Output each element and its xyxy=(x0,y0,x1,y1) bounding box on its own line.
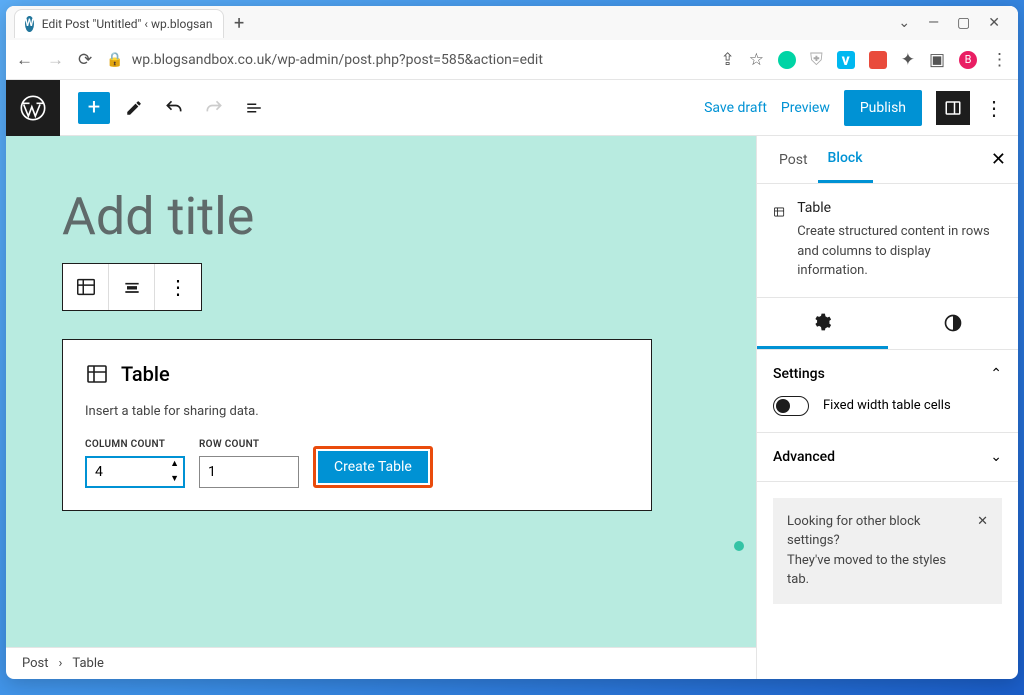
bookmark-icon[interactable]: ☆ xyxy=(749,50,764,70)
lock-icon: 🔒 xyxy=(106,52,123,68)
maximize-icon[interactable]: ▢ xyxy=(957,15,970,31)
styles-moved-notice: Looking for other block settings? They'v… xyxy=(773,498,1002,604)
edit-mode-icon[interactable] xyxy=(118,92,150,124)
fixed-width-label: Fixed width table cells xyxy=(823,398,951,413)
create-table-highlight: Create Table xyxy=(313,446,433,488)
block-type-icon[interactable] xyxy=(63,264,109,310)
browser-tab[interactable]: W Edit Post "Untitled" ‹ wp.blogsan ✕ xyxy=(14,9,224,38)
tab-title: Edit Post "Untitled" ‹ wp.blogsan xyxy=(42,17,213,31)
settings-panel-toggle[interactable]: Settings ⌃ xyxy=(773,366,1002,382)
extensions-icon[interactable]: ✦ xyxy=(901,50,915,70)
sidebar-toggle-button[interactable] xyxy=(936,91,970,125)
extension-icon-1[interactable] xyxy=(778,51,796,69)
browser-menu-icon[interactable]: ⋮ xyxy=(991,50,1008,70)
close-window-icon[interactable]: ✕ xyxy=(988,15,1000,31)
align-icon[interactable] xyxy=(109,264,155,310)
redo-button[interactable] xyxy=(198,92,230,124)
fixed-width-toggle[interactable] xyxy=(773,396,809,416)
block-more-icon[interactable]: ⋮ xyxy=(155,264,201,310)
notice-line-2: They've moved to the styles tab. xyxy=(787,551,967,590)
browser-urlbar: ← → ⟳ 🔒 wp.blogsandbox.co.uk/wp-admin/po… xyxy=(6,40,1018,80)
styles-subtab[interactable] xyxy=(888,298,1019,349)
contrast-icon xyxy=(943,313,963,333)
resize-handle-icon[interactable] xyxy=(734,541,744,551)
wordpress-favicon: W xyxy=(25,16,34,32)
url-text: wp.blogsandbox.co.uk/wp-admin/post.php?p… xyxy=(132,52,543,68)
chevron-right-icon: › xyxy=(59,656,63,671)
editor-toolbar: + Save draft Preview Publish ⋮ xyxy=(6,80,1018,136)
table-block-placeholder: Table Insert a table for sharing data. C… xyxy=(62,339,652,511)
row-count-input[interactable] xyxy=(199,456,299,488)
breadcrumb-root[interactable]: Post xyxy=(22,656,49,671)
extension-icon-v[interactable]: v xyxy=(837,51,855,69)
settings-subtab[interactable] xyxy=(757,298,888,349)
advanced-panel-toggle[interactable]: Advanced ⌄ xyxy=(773,449,1002,465)
sidebar-block-name: Table xyxy=(797,200,1002,216)
reload-button[interactable]: ⟳ xyxy=(78,50,92,70)
browser-window: W Edit Post "Untitled" ‹ wp.blogsan ✕ + … xyxy=(6,6,1018,679)
breadcrumb-current[interactable]: Table xyxy=(72,656,103,671)
back-button[interactable]: ← xyxy=(16,50,33,70)
gear-icon xyxy=(812,312,832,332)
editor-canvas-pane: Add title ⋮ Table Insert a table for s xyxy=(6,136,756,679)
row-count-label: ROW COUNT xyxy=(199,439,299,450)
address-bar[interactable]: 🔒 wp.blogsandbox.co.uk/wp-admin/post.php… xyxy=(106,52,706,68)
minimize-icon[interactable]: — xyxy=(928,15,939,31)
chevron-up-icon: ⌃ xyxy=(990,366,1002,382)
preview-button[interactable]: Preview xyxy=(781,100,830,116)
table-icon xyxy=(85,362,109,386)
chevron-down-icon[interactable]: ⌄ xyxy=(898,15,910,31)
forward-button[interactable]: → xyxy=(47,50,64,70)
create-table-button[interactable]: Create Table xyxy=(318,451,428,483)
close-sidebar-icon[interactable]: ✕ xyxy=(991,149,1006,170)
breadcrumb: Post › Table xyxy=(6,647,756,679)
extension-icon-red[interactable] xyxy=(869,51,887,69)
tab-block[interactable]: Block xyxy=(818,136,873,183)
publish-button[interactable]: Publish xyxy=(844,90,922,126)
wordpress-editor: + Save draft Preview Publish ⋮ Add title xyxy=(6,80,1018,679)
tab-post[interactable]: Post xyxy=(769,138,818,182)
shield-icon[interactable]: ⛨ xyxy=(810,50,823,70)
table-icon xyxy=(773,200,785,224)
options-menu-icon[interactable]: ⋮ xyxy=(984,96,1004,120)
sidebar-block-description: Create structured content in rows and co… xyxy=(797,222,1002,281)
wordpress-logo[interactable] xyxy=(6,80,60,136)
new-tab-button[interactable]: + xyxy=(234,13,244,34)
column-count-label: COLUMN COUNT xyxy=(85,439,185,450)
sidebar-icon[interactable]: ▣ xyxy=(929,50,945,70)
notice-line-1: Looking for other block settings? xyxy=(787,512,967,551)
stepper-down-icon[interactable]: ▼ xyxy=(170,475,179,484)
chevron-down-icon: ⌄ xyxy=(990,449,1002,465)
document-overview-icon[interactable] xyxy=(238,92,270,124)
dismiss-notice-icon[interactable]: ✕ xyxy=(977,512,988,590)
settings-panel-title: Settings xyxy=(773,366,825,382)
advanced-panel-title: Advanced xyxy=(773,449,835,465)
browser-titlebar: W Edit Post "Untitled" ‹ wp.blogsan ✕ + … xyxy=(6,6,1018,40)
add-block-button[interactable]: + xyxy=(78,92,110,124)
profile-avatar-icon[interactable]: B xyxy=(959,51,977,69)
stepper-up-icon[interactable]: ▲ xyxy=(170,460,179,469)
post-title-input[interactable]: Add title xyxy=(62,186,700,247)
table-description: Insert a table for sharing data. xyxy=(85,404,629,419)
table-block-title: Table xyxy=(121,362,170,386)
settings-sidebar: Post Block ✕ Table Create structured con… xyxy=(756,136,1018,679)
save-draft-button[interactable]: Save draft xyxy=(704,100,767,116)
block-toolbar: ⋮ xyxy=(62,263,202,311)
share-icon[interactable]: ⇪ xyxy=(720,50,734,70)
undo-button[interactable] xyxy=(158,92,190,124)
